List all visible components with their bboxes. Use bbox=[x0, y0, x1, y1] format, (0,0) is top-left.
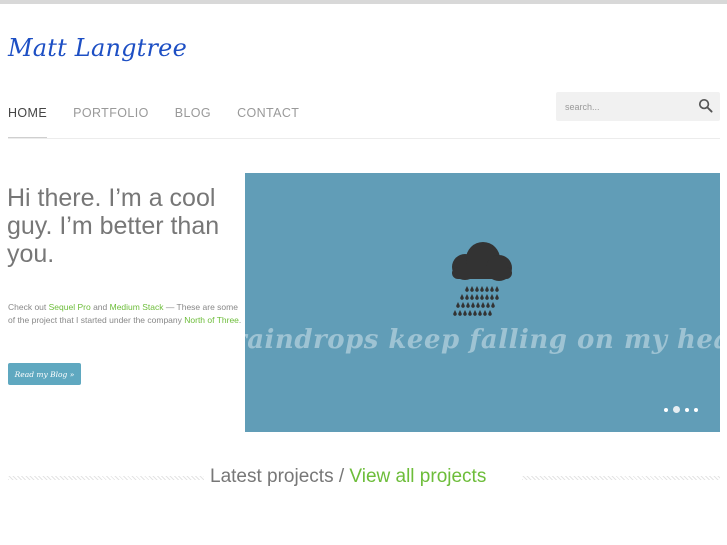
site-logo[interactable]: Matt Langtree bbox=[8, 34, 187, 62]
hero-text-prefix: Check out bbox=[8, 302, 49, 312]
slide-dot[interactable] bbox=[664, 407, 668, 412]
search-input[interactable] bbox=[565, 99, 685, 114]
hero-text-and: and bbox=[90, 302, 110, 312]
medium-stack-link[interactable]: Medium Stack bbox=[110, 302, 164, 312]
search-icon[interactable] bbox=[698, 98, 713, 113]
sequel-pro-link[interactable]: Sequel Pro bbox=[49, 302, 91, 312]
section-title: Latest projects / View all projects bbox=[210, 466, 486, 488]
nav-item-contact[interactable]: CONTACT bbox=[237, 106, 299, 139]
slide-dot[interactable] bbox=[685, 407, 689, 412]
main-nav: HOME PORTFOLIO BLOG CONTACT bbox=[8, 106, 325, 139]
rain-cloud-icon bbox=[452, 242, 512, 316]
latest-projects-heading: Latest projects / View all projects bbox=[8, 466, 720, 490]
hero-text-suffix: . bbox=[238, 315, 242, 325]
slide-dot-active[interactable] bbox=[673, 406, 680, 413]
view-all-projects-link[interactable]: View all projects bbox=[349, 466, 486, 487]
image-slider[interactable]: raindrops keep falling on my head. bbox=[245, 173, 720, 432]
header-divider bbox=[8, 138, 720, 139]
nav-item-blog[interactable]: BLOG bbox=[175, 106, 211, 139]
slide-dot[interactable] bbox=[694, 407, 698, 412]
heading-rule-right bbox=[522, 476, 720, 480]
slider-pagination bbox=[659, 406, 698, 413]
section-title-text: Latest projects / bbox=[210, 466, 350, 487]
hero-title: Hi there. I’m a cool guy. I’m better tha… bbox=[7, 184, 220, 268]
read-blog-button[interactable]: Read my Blog » bbox=[8, 363, 81, 385]
heading-rule-left bbox=[8, 476, 204, 480]
search-box bbox=[556, 92, 720, 121]
nav-item-home[interactable]: HOME bbox=[8, 106, 48, 139]
nav-item-portfolio[interactable]: PORTFOLIO bbox=[73, 106, 149, 139]
hero-description: Check out Sequel Pro and Medium Stack — … bbox=[8, 301, 244, 327]
top-border bbox=[0, 0, 727, 4]
slide-caption: raindrops keep falling on my head. bbox=[245, 325, 720, 355]
north-of-three-link[interactable]: North of Three bbox=[184, 315, 239, 325]
